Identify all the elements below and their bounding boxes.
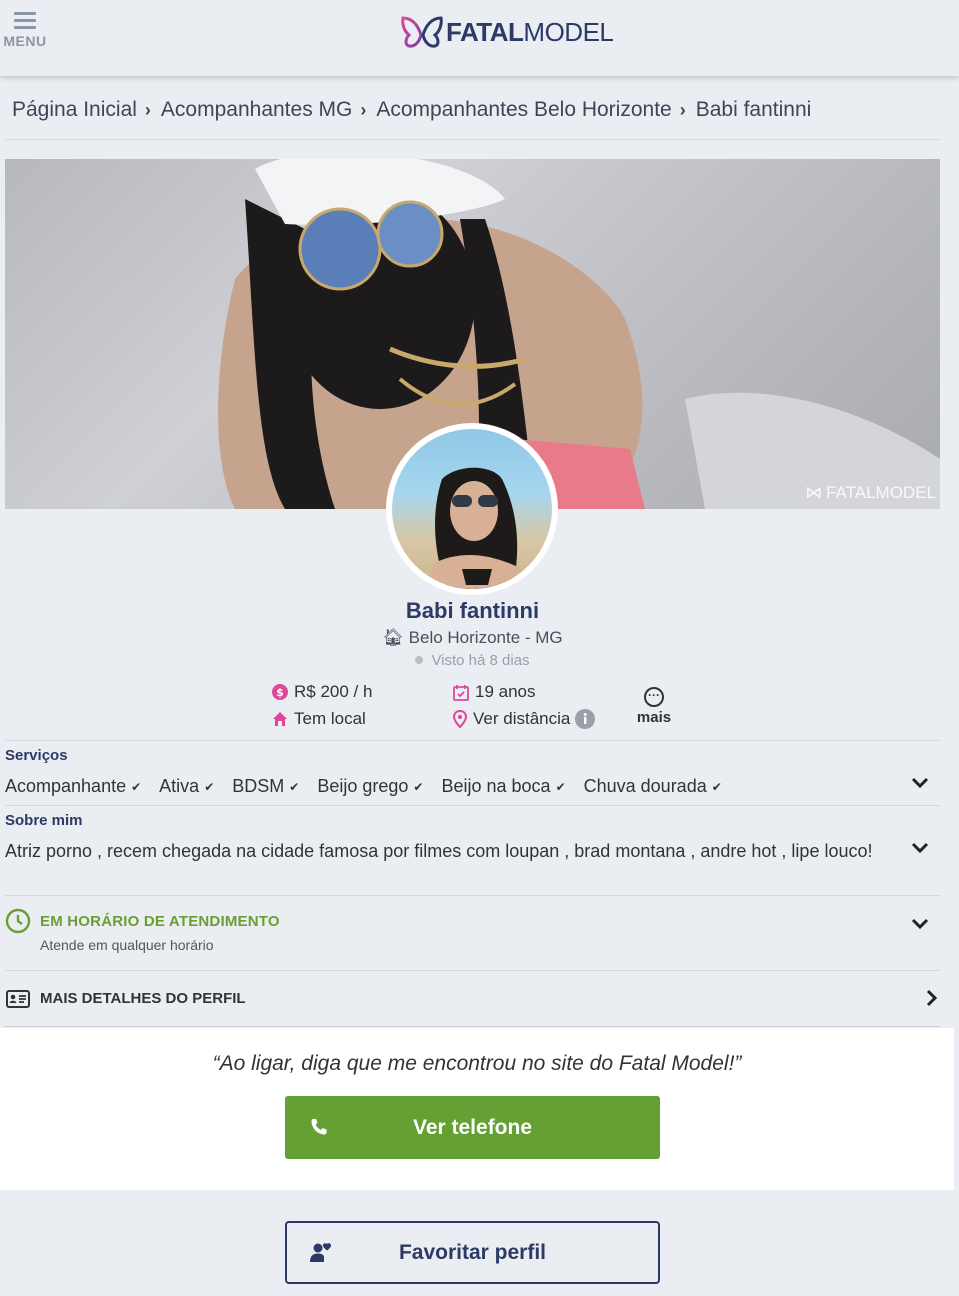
- stat-age: 19 anos: [453, 682, 536, 702]
- breadcrumb-state[interactable]: Acompanhantes MG: [161, 98, 352, 122]
- services-title: Serviços: [5, 747, 68, 764]
- stat-place: Tem local: [272, 709, 366, 729]
- top-navigation-bar: MENU FATALMODEL: [0, 0, 959, 76]
- divider: [5, 970, 940, 971]
- check-icon: ✔: [555, 779, 566, 794]
- divider: [5, 1026, 940, 1027]
- divider: [5, 740, 940, 741]
- profile-details-link[interactable]: MAIS DETALHES DO PERFIL: [40, 990, 246, 1007]
- user-heart-icon: [310, 1243, 332, 1262]
- breadcrumb: Página Inicial › Acompanhantes MG › Acom…: [12, 96, 811, 124]
- svg-text:$: $: [276, 686, 284, 699]
- info-icon[interactable]: [575, 709, 596, 729]
- menu-label: MENU: [3, 33, 47, 49]
- last-seen: Visto há 8 dias: [0, 652, 945, 669]
- favorite-label: Favoritar perfil: [398, 1240, 547, 1264]
- show-phone-label: Ver telefone: [412, 1115, 533, 1139]
- about-text: Atriz porno , recem chegada na cidade fa…: [5, 841, 873, 861]
- chevron-right-icon: ›: [360, 99, 367, 120]
- profile-location: 🏠︎ Belo Horizonte - MG: [0, 628, 945, 648]
- contact-quote: “Ao ligar, diga que me encontrou no site…: [212, 1052, 742, 1075]
- phone-icon: [311, 1119, 327, 1135]
- service-tag: Beijo na boca ✔: [441, 776, 566, 796]
- service-tag: Chuva dourada ✔: [583, 776, 722, 796]
- calendar-check-icon: [453, 684, 469, 701]
- distance-text[interactable]: Ver distância: [473, 709, 570, 729]
- chevron-right-icon[interactable]: [922, 988, 942, 1008]
- hours-status: EM HORÁRIO DE ATENDIMENTO: [40, 913, 280, 930]
- price-text: R$ 200 / h: [294, 682, 373, 701]
- check-icon: ✔: [131, 779, 142, 794]
- place-text: Tem local: [294, 709, 366, 728]
- breadcrumb-city[interactable]: Acompanhantes Belo Horizonte: [376, 98, 671, 122]
- check-icon: ✔: [413, 779, 424, 794]
- status-dot-icon: [415, 656, 424, 664]
- avatar-photo: [392, 429, 552, 589]
- about-title: Sobre mim: [5, 812, 83, 829]
- last-seen-text: Visto há 8 dias: [431, 652, 530, 669]
- divider: [5, 139, 940, 140]
- breadcrumb-current[interactable]: Babi fantinni: [696, 98, 812, 122]
- chevron-down-icon[interactable]: [910, 838, 930, 858]
- site-logo[interactable]: FATALMODEL: [400, 14, 614, 50]
- hours-subtitle: Atende em qualquer horário: [40, 937, 214, 953]
- butterfly-watermark-icon: ⋈: [805, 483, 823, 502]
- logo-wordmark: FATALMODEL: [446, 16, 614, 47]
- stat-price: $ R$ 200 / h: [272, 682, 372, 702]
- watermark-text: FATALMODEL: [826, 483, 936, 502]
- service-tag: Ativa ✔: [159, 776, 215, 796]
- more-dots-icon: ···: [644, 687, 664, 707]
- breadcrumb-home[interactable]: Página Inicial: [12, 98, 137, 122]
- show-phone-button[interactable]: Ver telefone: [285, 1096, 660, 1159]
- clock-icon: [5, 908, 31, 934]
- age-text: 19 anos: [475, 682, 536, 701]
- city-text: Belo Horizonte - MG: [408, 628, 563, 647]
- more-button[interactable]: ··· mais: [632, 687, 676, 726]
- check-icon: ✔: [204, 779, 215, 794]
- more-label: mais: [636, 709, 672, 726]
- avatar[interactable]: [386, 423, 558, 595]
- service-tag: Acompanhante ✔: [5, 776, 142, 796]
- check-icon: ✔: [711, 779, 722, 794]
- chevron-down-icon[interactable]: [910, 773, 930, 793]
- butterfly-logo-icon: [401, 16, 443, 48]
- chevron-down-icon[interactable]: [910, 914, 930, 934]
- map-pin-icon: [453, 710, 467, 728]
- id-card-icon: [6, 990, 30, 1008]
- divider: [5, 895, 940, 896]
- cover-watermark: ⋈ FATALMODEL: [805, 483, 936, 503]
- services-list: Acompanhante ✔ Ativa ✔ BDSM ✔ Beijo grego ✔ …: [5, 776, 740, 797]
- money-icon: $: [272, 684, 288, 700]
- profile-name: Babi fantinni: [405, 598, 540, 623]
- chevron-right-icon: ›: [144, 99, 151, 120]
- home-icon: 🏠︎: [382, 628, 404, 647]
- hamburger-icon: [14, 12, 36, 29]
- menu-button[interactable]: MENU: [0, 10, 50, 54]
- service-tag: Beijo grego ✔: [317, 776, 424, 796]
- divider: [5, 805, 940, 806]
- check-icon: ✔: [289, 779, 300, 794]
- contact-panel: “Ao ligar, diga que me encontrou no site…: [0, 1028, 954, 1190]
- house-icon: [273, 712, 287, 726]
- stat-distance[interactable]: Ver distância: [453, 709, 601, 729]
- favorite-profile-button[interactable]: Favoritar perfil: [285, 1221, 660, 1284]
- service-tag: BDSM ✔: [232, 776, 300, 796]
- chevron-right-icon: ›: [679, 99, 686, 120]
